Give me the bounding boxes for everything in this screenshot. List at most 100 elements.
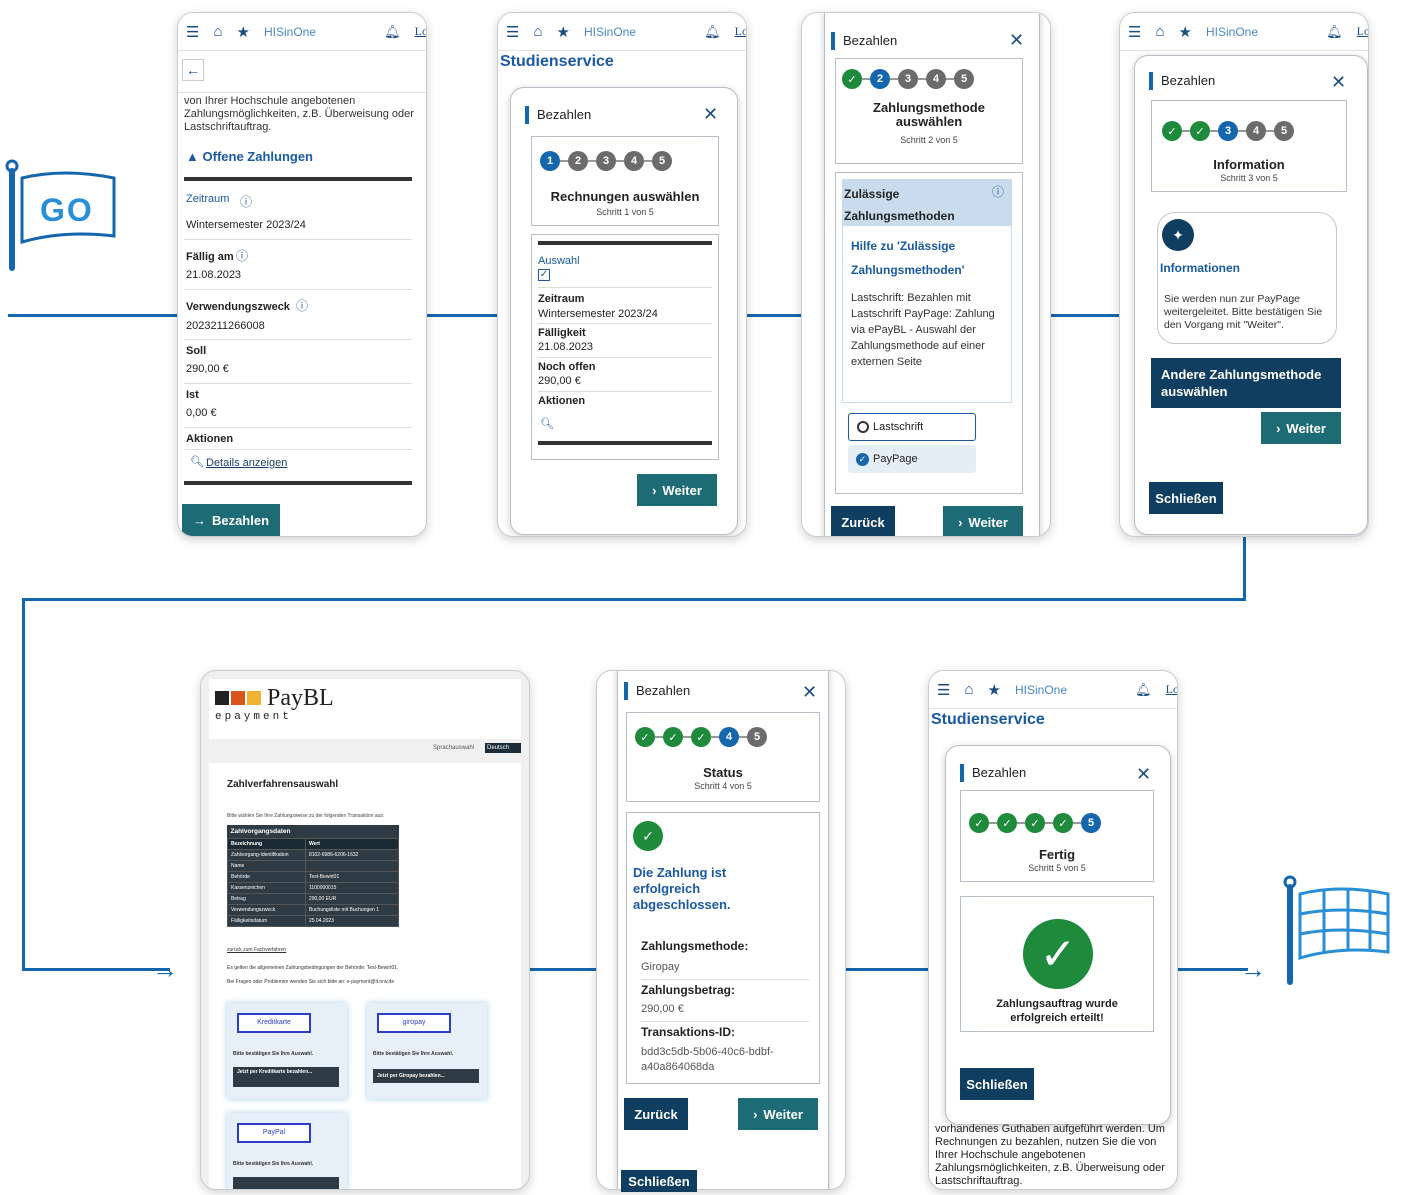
home-icon[interactable]: ⌂ (533, 23, 542, 40)
step-title: Status (703, 765, 743, 780)
select-label: Auswahl (538, 255, 580, 267)
language-label: Sprachauswahl (433, 745, 475, 751)
info-icon[interactable]: ⓘ (992, 183, 1004, 200)
info-icon[interactable]: ⓘ (240, 193, 252, 210)
bell-icon[interactable]: 🔔︎ (1135, 682, 1152, 698)
invoice-box: Auswahl ✓ Zeitraum Wintersemester 2023/2… (531, 234, 719, 460)
method-confirm: Bitte bestätigen Sie Ihre Auswahl. (233, 1161, 314, 1167)
info-icon[interactable]: ⓘ (236, 247, 248, 264)
close-icon[interactable]: ✕ (1009, 30, 1024, 51)
flow-line (1050, 314, 1120, 317)
logout-link[interactable]: Log (1357, 24, 1368, 39)
menu-icon[interactable]: ☰ (937, 681, 950, 699)
back-button[interactable]: Zurück (831, 506, 895, 536)
table-row: Behörde Test-Bewirt01 (227, 871, 400, 883)
footer-text: vorhandenes Guthaben aufgeführt werden. … (935, 1123, 1165, 1187)
menu-icon[interactable]: ☰ (506, 23, 519, 41)
table-row: Name (227, 860, 400, 872)
hisinone-logo[interactable]: HISinOne (1206, 25, 1258, 39)
close-icon[interactable]: ✕ (1136, 764, 1151, 785)
method-logo[interactable]: giropay (377, 1013, 451, 1033)
menu-icon[interactable]: ☰ (1128, 23, 1141, 41)
method-card-paypal[interactable]: PayPal Bitte bestätigen Sie Ihre Auswahl… (227, 1113, 347, 1189)
row-value: 290,00 € (538, 375, 581, 387)
intro-text: von Ihrer Hochschule angebotenen Zahlung… (184, 95, 414, 133)
magnifier-icon[interactable]: 🔍︎ (540, 417, 554, 430)
back-arrow-icon[interactable]: ← (182, 59, 204, 81)
method-confirm: Bitte bestätigen Sie Ihre Auswahl. (373, 1051, 454, 1057)
flow-line (8, 314, 178, 317)
close-icon[interactable]: ✕ (703, 104, 718, 125)
home-icon[interactable]: ⌂ (1155, 23, 1164, 40)
checkbox-checked-icon[interactable]: ✓ (538, 269, 550, 281)
row-label: Zahlungsmethode: (641, 939, 749, 953)
logout-link[interactable]: Log (415, 24, 426, 39)
hisinone-logo[interactable]: HISinOne (264, 25, 316, 39)
step-title: Information (1213, 157, 1285, 172)
pay-giropay-button[interactable]: Jetzt per Giropay bezahlen... (373, 1069, 479, 1083)
next-button[interactable]: › Weiter (943, 506, 1023, 536)
close-button[interactable]: Schließen (960, 1068, 1034, 1100)
back-to-app-link[interactable]: zurück zum Fachverfahren (227, 947, 286, 953)
pay-creditcard-button[interactable]: Jetzt per Kreditkarte bezahlen... (233, 1067, 339, 1087)
language-select[interactable]: Deutsch (485, 743, 521, 753)
logout-link[interactable]: Log (1166, 682, 1177, 697)
flow-line (746, 314, 802, 317)
home-icon[interactable]: ⌂ (213, 23, 222, 40)
step-subtitle: Schritt 2 von 5 (900, 135, 958, 145)
next-button[interactable]: › Weiter (738, 1098, 818, 1130)
pay-button[interactable]: → Bezahlen (182, 504, 280, 536)
field-label-zeitraum: Zeitraum (186, 193, 230, 205)
bell-icon[interactable]: 🔔︎ (384, 24, 401, 40)
details-link[interactable]: Details anzeigen (206, 457, 287, 469)
flow-line (22, 598, 1246, 601)
paybl-logo-sub: epayment (215, 711, 292, 723)
star-icon[interactable]: ★ (237, 23, 250, 41)
paybl-header: PayBL epayment (209, 679, 521, 739)
method-confirm: Bitte bestätigen Sie Ihre Auswahl. (233, 1051, 314, 1057)
method-card-kreditkarte[interactable]: Kreditkarte Bitte bestätigen Sie Ihre Au… (227, 1003, 347, 1099)
option-lastschrift[interactable]: Lastschrift (848, 413, 976, 441)
star-icon[interactable]: ★ (988, 681, 1001, 699)
step-1: ✓ (635, 727, 655, 747)
close-button[interactable]: Schließen (1149, 482, 1223, 514)
bell-icon[interactable]: 🔔︎ (1326, 24, 1343, 40)
row-value: 21.08.2023 (538, 341, 594, 353)
paybl-logo-icon (215, 691, 261, 705)
next-button[interactable]: › Weiter (1261, 412, 1341, 444)
help-title: Hilfe zu 'Zulässige Zahlungsmethoden' (851, 239, 965, 277)
step-2: 2 (568, 151, 588, 171)
menu-icon[interactable]: ☰ (186, 23, 199, 41)
top-bar: ☰ ⌂ ★ HISinOne 🔔︎ Log (498, 13, 746, 51)
screen-paybl: PayBL epayment Sprachauswahl Deutsch Zah… (200, 670, 530, 1190)
row-label: Aktionen (538, 395, 586, 407)
star-icon[interactable]: ★ (557, 23, 570, 41)
paybl-heading: Zahlverfahrensauswahl (227, 779, 339, 790)
logout-link[interactable]: Log (735, 24, 746, 39)
step-2: 2 (870, 69, 890, 89)
pay-paypal-button[interactable] (233, 1177, 339, 1189)
radio-empty-icon (857, 421, 869, 433)
next-button[interactable]: › Weiter (637, 474, 717, 506)
close-icon[interactable]: ✕ (1331, 72, 1346, 93)
info-text: Sie werden nun zur PayPage weitergeleite… (1164, 293, 1323, 331)
bell-icon[interactable]: 🔔︎ (704, 24, 721, 40)
close-icon[interactable]: ✕ (802, 682, 817, 703)
step-title: Fertig (1038, 847, 1076, 862)
home-icon[interactable]: ⌂ (964, 681, 973, 698)
method-logo[interactable]: Kreditkarte (237, 1013, 311, 1033)
step-title: Zahlungsmethode auswählen (873, 100, 985, 129)
other-method-button[interactable]: Andere Zahlungsmethode auswählen (1151, 358, 1341, 408)
hisinone-logo[interactable]: HISinOne (1015, 683, 1067, 697)
close-button[interactable]: Schließen (621, 1170, 697, 1192)
row-value: Wintersemester 2023/24 (538, 308, 658, 320)
option-paypage[interactable]: ✓ PayPage (848, 445, 976, 473)
method-logo[interactable]: PayPal (237, 1123, 311, 1143)
success-check-icon: ✓ (1023, 919, 1093, 989)
method-card-giropay[interactable]: giropay Bitte bestätigen Sie Ihre Auswah… (367, 1003, 487, 1099)
back-button[interactable]: Zurück (624, 1098, 688, 1130)
hisinone-logo[interactable]: HISinOne (584, 25, 636, 39)
star-icon[interactable]: ★ (1179, 23, 1192, 41)
info-icon[interactable]: ⓘ (296, 297, 308, 314)
field-label-aktionen: Aktionen (186, 433, 234, 445)
